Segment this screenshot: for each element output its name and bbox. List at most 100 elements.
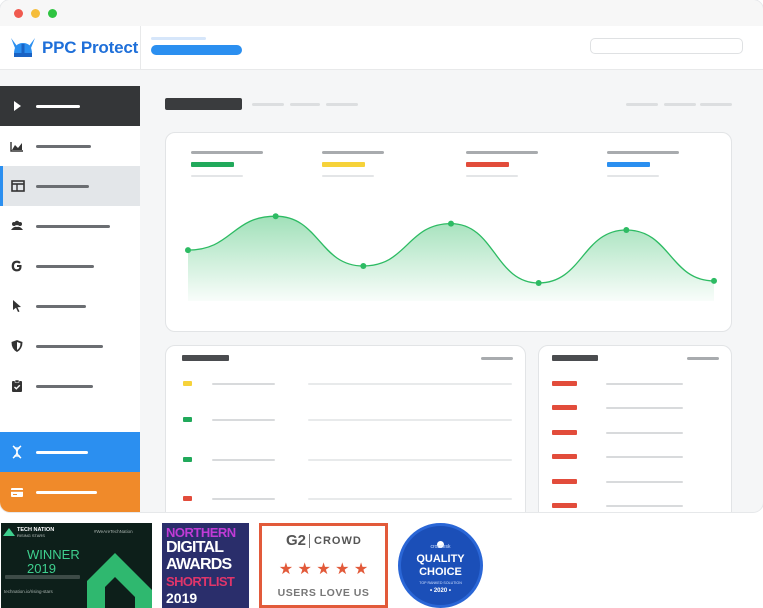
sidebar-item-dna[interactable] xyxy=(0,432,140,472)
header-action[interactable] xyxy=(700,103,732,106)
google-g-icon xyxy=(11,260,22,272)
data-point[interactable] xyxy=(448,220,454,227)
row-label xyxy=(606,505,683,507)
breadcrumb-part[interactable] xyxy=(252,103,284,106)
sidebar-item-google[interactable] xyxy=(0,246,140,286)
row-label xyxy=(606,432,683,434)
row-label xyxy=(606,407,683,409)
sidebar-item-reports[interactable] xyxy=(0,366,140,406)
credit-card-icon xyxy=(11,488,23,497)
nd-line4: SHORTLIST xyxy=(166,574,235,589)
crozdesk-year: • 2020 • xyxy=(430,588,451,594)
sidebar-item-label xyxy=(36,384,93,388)
row-status-marker xyxy=(183,457,192,462)
panel-title xyxy=(182,355,229,361)
data-point[interactable] xyxy=(360,263,367,270)
minimize-window-button[interactable] xyxy=(31,9,40,18)
row-label xyxy=(212,459,275,461)
g2-divider xyxy=(309,534,310,548)
sidebar-item-label xyxy=(36,450,88,454)
sidebar-item-label xyxy=(36,490,97,494)
data-point[interactable] xyxy=(185,247,191,254)
sidebar xyxy=(0,86,140,512)
sidebar-item-label xyxy=(36,104,80,108)
tech-nation-url: technation.io/rising-stars xyxy=(4,589,53,594)
header-action[interactable] xyxy=(626,103,658,106)
breadcrumb-part[interactable] xyxy=(326,103,358,106)
panel-action-link[interactable] xyxy=(481,357,513,360)
crozdesk-line2: CHOICE xyxy=(419,566,462,578)
sidebar-item-label xyxy=(36,344,103,348)
row-status-marker xyxy=(183,417,192,422)
left-list-panel xyxy=(165,345,526,512)
row-status-marker xyxy=(552,430,577,435)
header-divider xyxy=(140,26,141,70)
sidebar-item-overview[interactable] xyxy=(0,166,140,206)
users-icon xyxy=(11,220,23,230)
right-list-panel xyxy=(538,345,732,512)
breadcrumb-part[interactable] xyxy=(290,103,320,106)
tech-nation-badge: TECH NATION RISING STARS #WeAreTechNatio… xyxy=(1,523,152,608)
sidebar-item-label xyxy=(36,224,110,228)
row-status-marker xyxy=(552,503,577,508)
data-point[interactable] xyxy=(623,226,630,233)
panel-action-link[interactable] xyxy=(687,357,719,360)
g2-crowd: CROWD xyxy=(314,535,362,547)
nd-line3: AWARDS xyxy=(166,556,232,573)
crozdesk-small: TOP RANKED SOLUTION xyxy=(419,581,462,585)
data-point[interactable] xyxy=(711,277,717,284)
clipboard-check-icon xyxy=(12,379,22,392)
sidebar-item-label xyxy=(36,264,94,268)
row-value xyxy=(308,459,512,461)
brand-name: PPC Protect xyxy=(42,38,139,57)
viking-helmet-icon xyxy=(11,38,35,57)
tech-nation-hashtag: #WeAreTechNation xyxy=(94,529,133,534)
row-value xyxy=(308,383,512,385)
header-action[interactable] xyxy=(664,103,696,106)
arrow-graphic-icon xyxy=(87,553,152,608)
row-label xyxy=(212,419,275,421)
play-icon xyxy=(14,101,21,111)
awards-strip: TECH NATION RISING STARS #WeAreTechNatio… xyxy=(0,522,763,608)
crozdesk-brand: crozdesk xyxy=(430,544,451,550)
g2-logo: G2 xyxy=(286,532,307,549)
tech-nation-logo-icon xyxy=(3,528,15,536)
window-titlebar xyxy=(0,0,763,26)
nd-year: 2019 xyxy=(166,590,198,606)
tech-nation-sub: RISING STARS xyxy=(17,533,45,538)
sidebar-item-billing[interactable] xyxy=(0,472,140,512)
cursor-icon xyxy=(13,300,21,312)
data-point[interactable] xyxy=(272,213,279,220)
maximize-window-button[interactable] xyxy=(48,9,57,18)
dna-icon xyxy=(12,445,22,459)
crozdesk-quality-badge: crozdesk QUALITY CHOICE TOP RANKED SOLUT… xyxy=(398,523,483,608)
area-chart-icon xyxy=(10,142,23,152)
row-status-marker xyxy=(183,496,192,501)
header-primary-button[interactable] xyxy=(151,45,242,55)
sidebar-item-users[interactable] xyxy=(0,206,140,246)
series-area-fill xyxy=(188,216,714,301)
page-title xyxy=(165,98,242,110)
data-point[interactable] xyxy=(535,279,542,286)
row-status-marker xyxy=(552,479,577,484)
sidebar-item-clicks[interactable] xyxy=(0,286,140,326)
traffic-area-chart xyxy=(185,213,717,301)
close-window-button[interactable] xyxy=(14,9,23,18)
sidebar-item-label xyxy=(36,304,86,308)
sidebar-item-protection[interactable] xyxy=(0,326,140,366)
row-label xyxy=(212,383,275,385)
row-status-marker xyxy=(552,405,577,410)
row-label xyxy=(606,481,683,483)
sidebar-item-analytics[interactable] xyxy=(0,126,140,166)
row-label xyxy=(606,383,683,385)
brand-logo[interactable]: PPC Protect xyxy=(8,34,138,62)
header-search-input[interactable] xyxy=(590,38,743,54)
sidebar-item-label xyxy=(36,184,89,188)
tech-nation-year: 2019 xyxy=(27,561,56,576)
row-status-marker xyxy=(183,381,192,386)
panel-title xyxy=(552,355,598,361)
row-status-marker xyxy=(552,454,577,459)
g2-stars: ★ ★ ★ ★ ★ xyxy=(278,561,369,578)
sidebar-item-dashboard[interactable] xyxy=(0,86,140,126)
sponsor-logos xyxy=(5,575,80,579)
